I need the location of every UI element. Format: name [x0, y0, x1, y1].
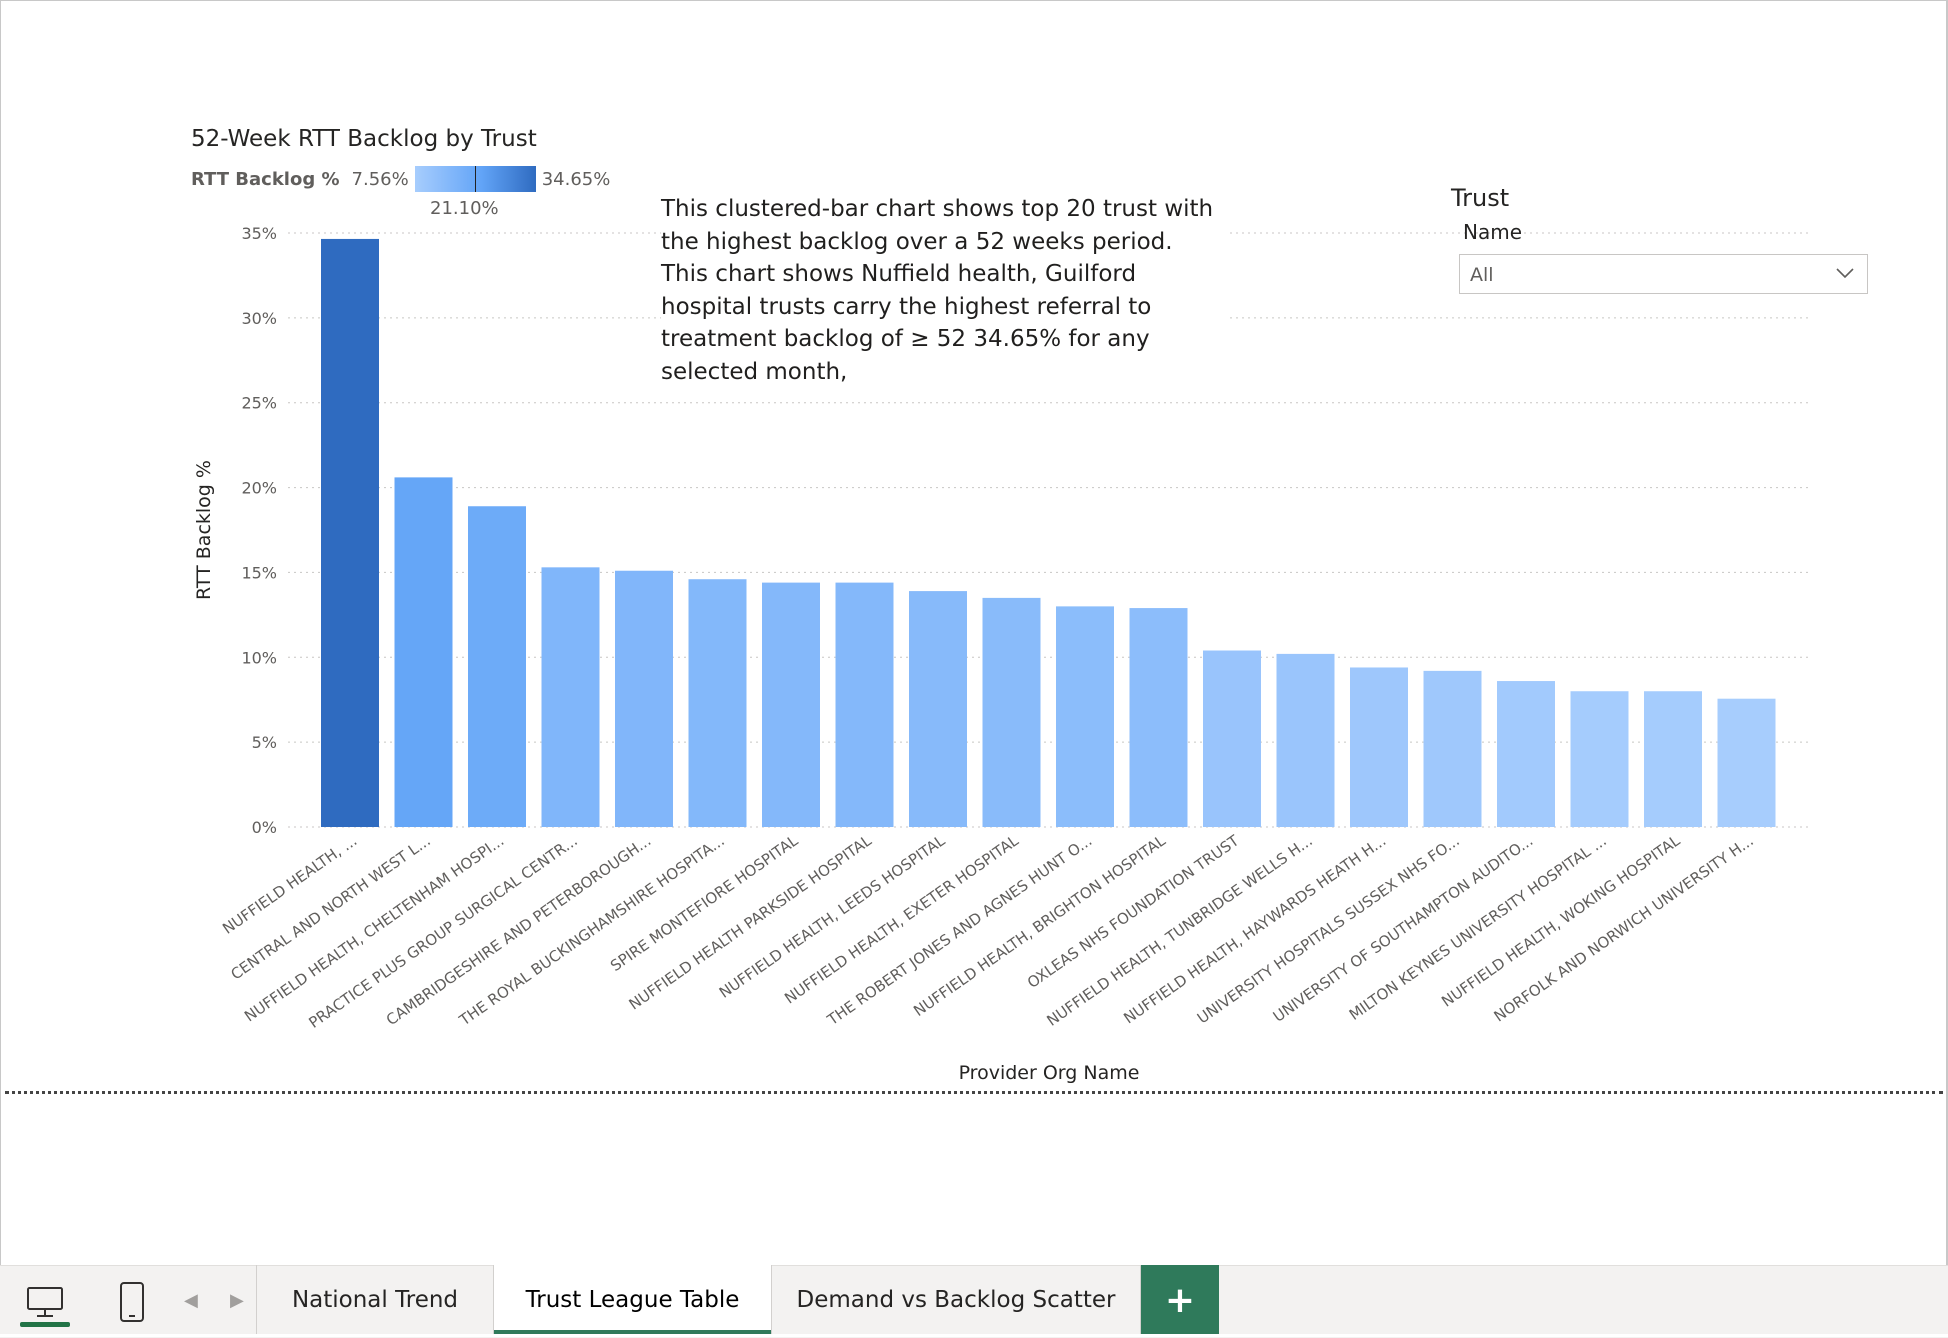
bar — [1644, 691, 1702, 827]
bar-chart: 0% 5% 10% 15% 20% 25% 30% 35% NUFFIELD HEALTH, .… — [193, 224, 1810, 1084]
bar — [1570, 691, 1629, 827]
x-tick-label: UNIVERSITY OF SOUTHAMPTON AUDITO... — [1270, 832, 1537, 1026]
slicer-field-label: Name — [1463, 220, 1523, 244]
chevron-right-icon[interactable]: ▶ — [230, 1290, 244, 1311]
bar — [1497, 681, 1555, 827]
bar — [1717, 698, 1776, 827]
tab-label: National Trend — [291, 1287, 459, 1313]
slicer-title: Trust — [1451, 184, 1510, 212]
y-tick-label: 15% — [241, 563, 277, 582]
bar — [1129, 608, 1188, 827]
legend-mid-value: 21.10% — [430, 198, 499, 219]
bar — [982, 597, 1041, 827]
x-tick-label: CAMBRIDGESHIRE AND PETERBOROUGH... — [383, 832, 654, 1030]
bar — [394, 477, 453, 827]
tab-label: Trust League Table — [525, 1287, 740, 1313]
y-tick-label: 20% — [241, 479, 277, 498]
bar — [1276, 653, 1335, 827]
plus-icon: + — [1164, 1279, 1196, 1321]
report-canvas: 0% 5% 10% 15% 20% 25% 30% 35% NUFFIELD HEALTH, .… — [0, 0, 1948, 1337]
tab-trust-league-table[interactable]: Trust League Table — [494, 1265, 772, 1336]
bar — [1203, 650, 1261, 827]
slicer-selected-value: All — [1470, 264, 1494, 286]
legend-gradient — [414, 166, 536, 192]
bar — [835, 582, 894, 827]
add-page-button[interactable]: + — [1141, 1265, 1219, 1335]
desktop-view-button[interactable] — [10, 1266, 80, 1338]
y-tick-label: 5% — [252, 733, 277, 752]
x-tick-label: NUFFIELD HEALTH, CHELTENHAM HOSPI... — [241, 832, 507, 1026]
page-break-line — [5, 1091, 1943, 1094]
bar — [321, 238, 379, 827]
x-axis-title: Provider Org Name — [959, 1062, 1140, 1084]
mobile-view-icon — [120, 1282, 144, 1322]
legend-min-value: 7.56% — [351, 168, 409, 190]
trust-slicer-dropdown[interactable]: All — [1459, 254, 1868, 294]
y-tick-label: 25% — [241, 394, 277, 413]
x-tick-label: NUFFIELD HEALTH, TUNBRIDGE WELLS H... — [1043, 832, 1315, 1030]
bar — [688, 579, 747, 827]
bar — [615, 570, 673, 827]
y-tick-label: 0% — [252, 818, 277, 837]
legend-max-value: 34.65% — [541, 168, 611, 190]
desktop-view-indicator — [20, 1322, 70, 1327]
bar — [909, 591, 967, 827]
y-axis-title: RTT Backlog % — [193, 460, 215, 600]
bar — [1056, 606, 1114, 827]
x-tick-label: UNIVERSITY HOSPITALS SUSSEX NHS FO... — [1194, 832, 1463, 1028]
y-tick-label: 30% — [241, 309, 277, 328]
color-legend: RTT Backlog % 7.56% 34.65% — [191, 166, 610, 192]
x-tick-label: NUFFIELD HEALTH, ... — [219, 832, 360, 938]
chevron-down-icon — [1836, 268, 1854, 279]
tab-national-trend[interactable]: National Trend — [257, 1265, 494, 1335]
bar — [1350, 667, 1408, 827]
desktop-view-icon — [27, 1287, 63, 1317]
bar — [541, 567, 600, 827]
x-tick-label: NORFOLK AND NORWICH UNIVERSITY H... — [1491, 832, 1757, 1026]
annotation-textbox: This clustered-bar chart shows top 20 tr… — [661, 193, 1226, 388]
legend-label: RTT Backlog % — [191, 168, 340, 190]
chart-title: 52-Week RTT Backlog by Trust — [191, 126, 537, 152]
bar — [468, 506, 526, 827]
x-tick-label: NUFFIELD HEALTH, HAYWARDS HEATH H... — [1120, 832, 1389, 1028]
x-tick-label: PRACTICE PLUS GROUP SURGICAL CENTR... — [305, 832, 580, 1032]
mobile-view-button[interactable] — [102, 1266, 162, 1338]
tab-label: Demand vs Backlog Scatter — [796, 1287, 1116, 1313]
legend-mid-marker — [474, 166, 476, 192]
x-tick-label: MILTON KEYNES UNIVERSITY HOSPITAL ... — [1346, 832, 1610, 1024]
y-tick-label: 35% — [241, 224, 277, 243]
bar — [762, 582, 820, 827]
tab-demand-vs-backlog-scatter[interactable]: Demand vs Backlog Scatter — [772, 1265, 1141, 1335]
bar — [1423, 670, 1482, 827]
chevron-left-icon[interactable]: ◀ — [184, 1290, 198, 1311]
y-tick-label: 10% — [241, 648, 277, 667]
x-tick-label: THE ROYAL BUCKINGHAMSHIRE HOSPITA... — [455, 832, 728, 1030]
x-tick-label: THE ROBERT JONES AND AGNES HUNT O... — [823, 832, 1095, 1030]
